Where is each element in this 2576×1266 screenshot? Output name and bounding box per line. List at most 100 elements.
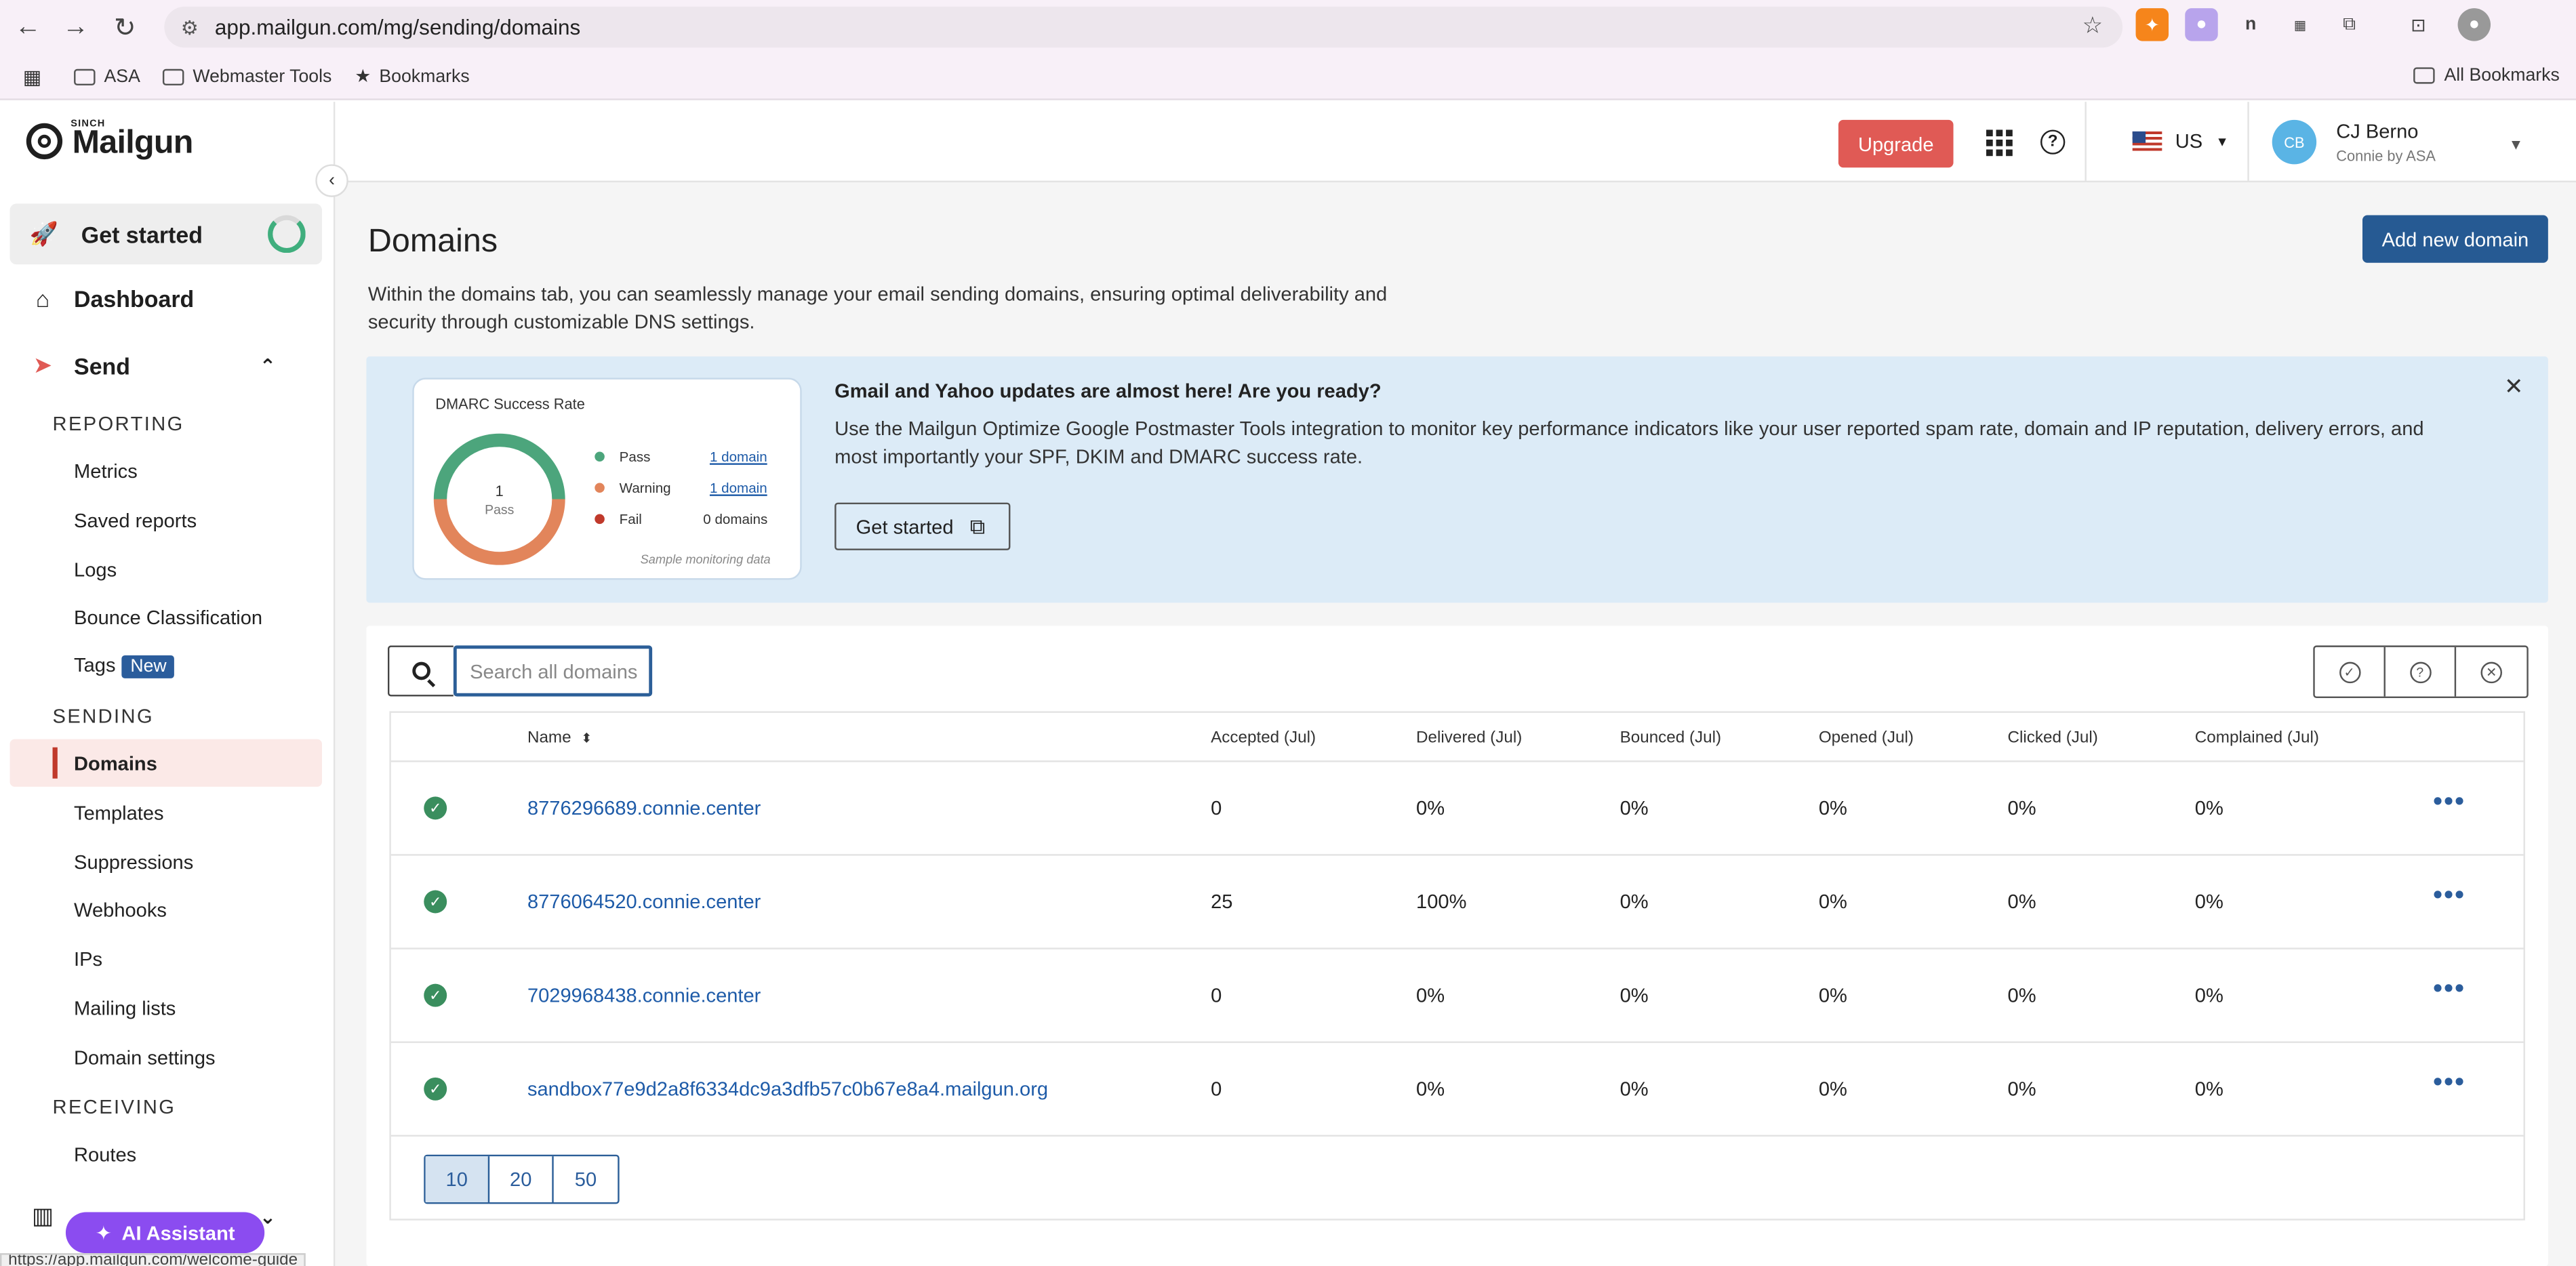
sidebar-item-dashboard[interactable]: ⌂ Dashboard xyxy=(30,286,195,312)
close-icon[interactable]: ✕ xyxy=(2504,373,2523,401)
extension-icon[interactable]: n xyxy=(2234,8,2267,41)
search-icon[interactable] xyxy=(387,645,454,697)
address-bar[interactable]: ⚙ app.mailgun.com/mg/sending/domains ☆ xyxy=(164,6,2123,48)
main-content: Domains Add new domain Within the domain… xyxy=(335,182,2576,1266)
sidebar-item-send[interactable]: ➤ Send ⌃ xyxy=(30,352,306,380)
row-actions-menu-icon[interactable]: ••• xyxy=(2433,788,2466,818)
sidebar-item-mailing-lists[interactable]: Mailing lists xyxy=(74,997,176,1020)
section-heading-sending: SENDING xyxy=(52,704,155,728)
warning-domains-link[interactable]: 1 domain xyxy=(710,480,808,496)
domains-table-card: ✓ ? ✕ Name⬍ Accepted (Jul) Delivered (Ju… xyxy=(366,626,2548,1266)
sort-icon[interactable]: ⬍ xyxy=(581,731,592,746)
legend-label: Warning xyxy=(619,479,671,496)
verified-check-icon: ✓ xyxy=(424,983,447,1007)
sidebar: SINCH Mailgun ‹ 🚀 Get started ⌂ Dashboar… xyxy=(0,102,348,1266)
cell-complained: 0% xyxy=(2194,890,2223,914)
extensions-puzzle-icon[interactable]: ⧉ xyxy=(2333,8,2365,41)
sidebar-item-domains[interactable]: Domains xyxy=(74,752,157,775)
filter-unverified-button[interactable]: ? xyxy=(2386,647,2457,697)
cell-delivered: 0% xyxy=(1416,1077,1445,1101)
folder-icon xyxy=(74,68,96,85)
cell-delivered: 100% xyxy=(1416,890,1467,914)
cell-delivered: 0% xyxy=(1416,983,1445,1007)
sidebar-item-metrics[interactable]: Metrics xyxy=(74,460,138,483)
sidebar-item-ips[interactable]: IPs xyxy=(74,947,102,971)
cell-accepted: 0 xyxy=(1211,1077,1222,1101)
mailgun-logo[interactable]: SINCH Mailgun xyxy=(26,120,193,161)
donut-value: 1 xyxy=(495,482,504,499)
sample-note: Sample monitoring data xyxy=(640,552,771,567)
sidebar-item-routes[interactable]: Routes xyxy=(74,1143,136,1166)
filter-disabled-button[interactable]: ✕ xyxy=(2456,647,2527,697)
page-size-10-button[interactable]: 10 xyxy=(425,1156,490,1203)
chart-icon: ▥ xyxy=(31,1202,54,1229)
dmarc-donut-chart: 1 Pass xyxy=(433,433,565,565)
row-actions-menu-icon[interactable]: ••• xyxy=(2433,976,2466,1006)
sidebar-item-get-started[interactable]: 🚀 Get started xyxy=(9,203,323,265)
avatar[interactable]: CB xyxy=(2272,119,2317,165)
bookmark-star-icon[interactable]: ☆ xyxy=(2082,12,2103,39)
forward-icon[interactable]: → xyxy=(53,5,99,51)
sidebar-item-label: Dashboard xyxy=(74,285,195,312)
apps-grid-icon[interactable] xyxy=(1986,129,2013,157)
dmarc-card: DMARC Success Rate 1 Pass Pass 1 domain … xyxy=(412,377,802,580)
row-actions-menu-icon[interactable]: ••• xyxy=(2433,882,2466,912)
domain-link[interactable]: 7029968438.connie.center xyxy=(527,984,761,1007)
sidebar-item-domain-settings[interactable]: Domain settings xyxy=(74,1046,216,1069)
link-preview-status: https://app.mailgun.com/welcome-guide xyxy=(0,1253,306,1266)
apps-grid-icon[interactable]: ▦ xyxy=(23,65,41,88)
column-header-clicked: Clicked (Jul) xyxy=(2007,729,2098,748)
page-description: Within the domains tab, you can seamless… xyxy=(367,282,1388,333)
bookmark-bookmarks[interactable]: ★ Bookmarks xyxy=(355,66,469,87)
back-icon[interactable]: ← xyxy=(5,5,51,51)
cell-clicked: 0% xyxy=(2007,796,2036,820)
sidebar-item-saved-reports[interactable]: Saved reports xyxy=(74,509,197,532)
sidebar-item-tags[interactable]: Tags New xyxy=(74,654,175,678)
sidebar-item-bounce-classification[interactable]: Bounce Classification xyxy=(74,606,262,629)
cell-clicked: 0% xyxy=(2007,1077,2036,1101)
chevron-up-icon: ⌃ xyxy=(259,354,277,377)
extension-icon[interactable]: ● xyxy=(2185,8,2218,41)
section-heading-reporting: REPORTING xyxy=(52,412,184,436)
banner-heading: Gmail and Yahoo updates are almost here!… xyxy=(834,379,1382,403)
user-name[interactable]: CJ Berno xyxy=(2336,120,2418,143)
bookmark-folder-webmaster-tools[interactable]: Webmaster Tools xyxy=(163,66,331,86)
account-menu-caret-icon[interactable]: ▼ xyxy=(2509,136,2524,152)
page-size-50-button[interactable]: 50 xyxy=(554,1156,618,1202)
domain-link[interactable]: 8776296689.connie.center xyxy=(527,796,761,819)
pass-domains-link[interactable]: 1 domain xyxy=(710,449,808,465)
domain-link[interactable]: 8776064520.connie.center xyxy=(527,891,761,914)
active-indicator xyxy=(9,739,323,787)
folder-icon xyxy=(163,68,185,85)
url-text: app.mailgun.com/mg/sending/domains xyxy=(214,14,581,40)
metamask-extension-icon[interactable]: ✦ xyxy=(2135,8,2169,41)
bookmark-folder-asa[interactable]: ASA xyxy=(74,66,140,86)
site-info-icon[interactable]: ⚙ xyxy=(181,16,199,39)
ai-assistant-button[interactable]: ✦ AI Assistant xyxy=(65,1212,265,1254)
sidebar-item-webhooks[interactable]: Webhooks xyxy=(74,899,167,922)
star-icon: ★ xyxy=(355,67,371,87)
all-bookmarks[interactable]: All Bookmarks xyxy=(2413,66,2560,85)
question-circle-icon: ? xyxy=(2409,661,2431,682)
help-icon[interactable]: ? xyxy=(2040,129,2066,155)
sidebar-item-templates[interactable]: Templates xyxy=(74,802,164,825)
column-header-name[interactable]: Name ⬍ xyxy=(527,729,592,748)
reload-icon[interactable]: ↻ xyxy=(102,5,148,51)
page-size-20-button[interactable]: 20 xyxy=(489,1156,554,1203)
upgrade-button[interactable]: Upgrade xyxy=(1838,119,1954,168)
sidebar-item-suppressions[interactable]: Suppressions xyxy=(74,851,193,874)
filter-verified-button[interactable]: ✓ xyxy=(2315,647,2386,697)
tab-search-icon[interactable]: ⊡ xyxy=(2402,8,2434,41)
region-selector[interactable]: US ▼ xyxy=(2132,129,2229,152)
banner-get-started-button[interactable]: Get started ⧉ xyxy=(834,502,1011,550)
sidebar-item-logs[interactable]: Logs xyxy=(74,558,117,581)
row-actions-menu-icon[interactable]: ••• xyxy=(2433,1069,2466,1099)
extension-icon[interactable]: ▦ xyxy=(2284,8,2316,41)
cell-clicked: 0% xyxy=(2007,983,2036,1007)
collapse-sidebar-button[interactable]: ‹ xyxy=(315,164,348,197)
external-link-icon: ⧉ xyxy=(969,513,986,538)
add-new-domain-button[interactable]: Add new domain xyxy=(2362,215,2548,263)
domain-link[interactable]: sandbox77e9d2a8f6334dc9a3dfb57c0b67e8a4.… xyxy=(527,1078,1048,1101)
search-input[interactable] xyxy=(453,645,653,697)
profile-avatar-icon[interactable]: ● xyxy=(2457,8,2491,41)
